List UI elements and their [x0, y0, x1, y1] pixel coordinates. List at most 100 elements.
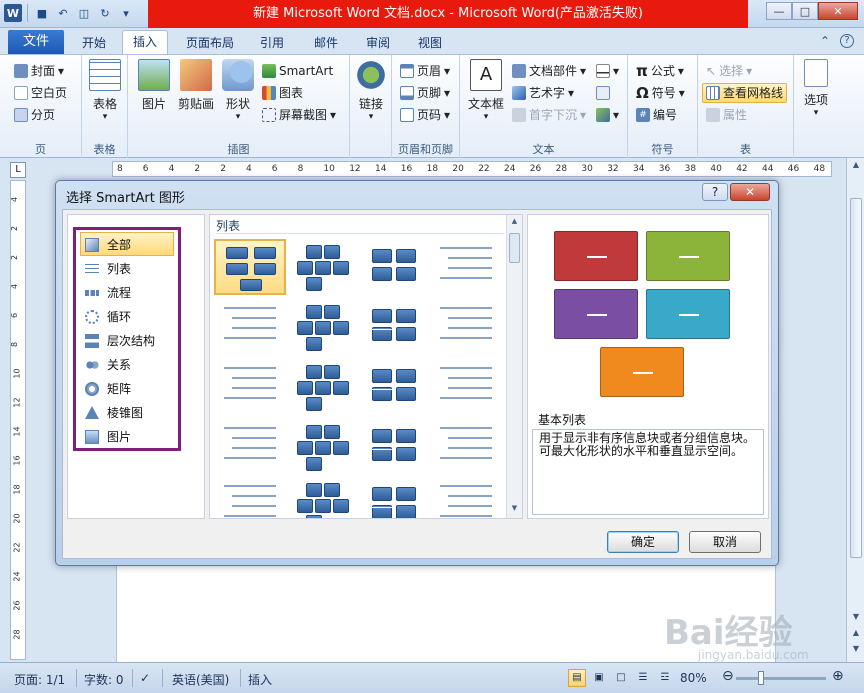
clipart-button[interactable]: 剪贴画 [176, 59, 216, 112]
dialog-close-button[interactable]: ✕ [730, 183, 770, 201]
customize-qat-icon[interactable]: ▾ [117, 4, 135, 22]
minimize-ribbon-icon[interactable]: ⌃ [820, 34, 830, 48]
category-item[interactable]: 层次结构 [80, 328, 174, 352]
gallery-scroll-thumb[interactable] [509, 233, 520, 263]
vertical-bracket-thumb[interactable] [214, 359, 286, 415]
next-page-icon[interactable]: ▼ [850, 644, 862, 658]
picture-caption-thumb[interactable] [286, 359, 358, 415]
table-button[interactable]: 表格 ▾ [88, 59, 122, 122]
zoom-slider-thumb[interactable] [758, 671, 764, 685]
object-button[interactable]: ▾ [596, 105, 619, 125]
undo-icon[interactable]: ↶ [54, 4, 72, 22]
page-break-button[interactable]: 分页 [14, 105, 55, 125]
minimize-button[interactable]: — [766, 2, 792, 20]
category-item[interactable]: 列表 [80, 256, 174, 280]
smartart-button[interactable]: SmartArt [262, 61, 333, 81]
full-screen-reading-icon[interactable]: ▣ [590, 669, 608, 687]
outline-view-icon[interactable]: ☰ [634, 669, 652, 687]
redo-icon[interactable]: ↻ [96, 4, 114, 22]
close-button[interactable]: ✕ [818, 2, 858, 20]
tab-review[interactable]: 审阅 [356, 32, 400, 54]
shapes-button[interactable]: 形状 ▾ [220, 59, 256, 122]
links-button[interactable]: 链接 ▾ [354, 59, 388, 122]
stacked-blocks-thumb[interactable] [286, 477, 358, 518]
quick-parts-button[interactable]: 文档部件 ▾ [512, 61, 586, 81]
circle-tabs-thumb[interactable] [214, 477, 286, 518]
date-time-button[interactable] [596, 83, 610, 103]
ok-button[interactable]: 确定 [607, 531, 679, 553]
save-icon[interactable]: ■ [33, 4, 51, 22]
bullet-dots-thumb[interactable] [430, 359, 502, 415]
zoom-out-icon[interactable]: ⊖ [722, 668, 734, 684]
prev-page-icon[interactable]: ▲ [850, 628, 862, 642]
offset-blocks-thumb[interactable] [430, 477, 502, 518]
scroll-down-icon[interactable]: ▼ [850, 612, 862, 626]
maximize-button[interactable]: □ [792, 2, 818, 20]
horizontal-ruler[interactable]: 8 6 4 2 2 4 6 8 10 12 14 16 18 20 22 24 26 28 30 32 34 36 38 40… [112, 161, 832, 177]
scroll-up-icon[interactable]: ▲ [850, 160, 862, 174]
horizontal-chevron-thumb[interactable] [286, 419, 358, 475]
gallery-scrollbar[interactable]: ▲ ▼ [506, 215, 522, 518]
insert-mode[interactable]: 插入 [248, 671, 272, 688]
stacked-list-thumb[interactable] [358, 239, 430, 295]
pin-list-thumb[interactable] [214, 419, 286, 475]
vertical-block-thumb[interactable] [358, 477, 430, 518]
category-item[interactable]: 图片 [80, 424, 174, 448]
matrix-grid-thumb[interactable] [358, 419, 430, 475]
cover-page-button[interactable]: 封面 ▾ [14, 61, 64, 81]
tab-selector[interactable]: L [10, 162, 26, 178]
footer-button[interactable]: 页脚 ▾ [400, 83, 450, 103]
view-gridlines-button[interactable]: 查看网格线 [702, 83, 788, 103]
word-count[interactable]: 字数: 0 [84, 671, 124, 688]
equation-button[interactable]: π 公式 ▾ [636, 61, 684, 81]
screenshot-button[interactable]: 屏幕截图 ▾ [262, 105, 336, 125]
page-count[interactable]: 页面: 1/1 [14, 671, 65, 688]
drop-cap-button[interactable]: 首字下沉 ▾ [512, 105, 586, 125]
symbol-button[interactable]: Ω 符号 ▾ [636, 83, 685, 103]
category-item[interactable]: 关系 [80, 352, 174, 376]
dialog-help-button[interactable]: ? [702, 183, 728, 201]
draft-view-icon[interactable]: ☲ [656, 669, 674, 687]
circle-list-thumb[interactable] [358, 359, 430, 415]
wordart-button[interactable]: 艺术字 ▾ [512, 83, 574, 103]
signature-line-button[interactable]: ▾ [596, 61, 619, 81]
tab-insert[interactable]: 插入 [122, 30, 168, 55]
vertical-scrollbar[interactable]: ▲ ▼ ▲ ▼ [846, 158, 864, 662]
print-layout-view-icon[interactable]: ▤ [568, 669, 586, 687]
basic-list-thumb[interactable] [214, 239, 286, 295]
table-list-thumb[interactable] [430, 299, 502, 355]
grouped-list-thumb[interactable] [358, 299, 430, 355]
tab-home[interactable]: 开始 [72, 32, 116, 54]
tab-file[interactable]: 文件 [8, 30, 64, 54]
hexagon-cluster-thumb[interactable] [286, 239, 358, 295]
number-button[interactable]: # 编号 [636, 105, 677, 125]
tab-references[interactable]: 引用 [250, 32, 294, 54]
scroll-thumb[interactable] [850, 198, 862, 558]
proofing-icon[interactable]: ✓ [140, 671, 150, 685]
print-preview-icon[interactable]: ◫ [75, 4, 93, 22]
language[interactable]: 英语(美国) [172, 671, 229, 688]
category-item[interactable]: 循环 [80, 304, 174, 328]
help-icon[interactable]: ? [840, 34, 854, 48]
picture-button[interactable]: 图片 [136, 59, 172, 112]
cancel-button[interactable]: 取消 [689, 531, 761, 553]
zoom-slider[interactable] [736, 677, 826, 680]
category-item[interactable]: 矩阵 [80, 376, 174, 400]
tab-page-layout[interactable]: 页面布局 [176, 32, 244, 54]
category-item[interactable]: 流程 [80, 280, 174, 304]
page-number-button[interactable]: 页码 ▾ [400, 105, 450, 125]
category-item[interactable]: 全部 [80, 232, 174, 256]
horizontal-bullet-thumb[interactable] [214, 299, 286, 355]
vertical-box-list-thumb[interactable] [286, 299, 358, 355]
tab-mailings[interactable]: 邮件 [304, 32, 348, 54]
web-layout-icon[interactable]: □ [612, 669, 630, 687]
select-button[interactable]: ↖ 选择 ▾ [706, 61, 752, 81]
tab-view[interactable]: 视图 [408, 32, 452, 54]
header-button[interactable]: 页眉 ▾ [400, 61, 450, 81]
textbox-button[interactable]: A 文本框 ▾ [466, 59, 506, 122]
vertical-ruler[interactable]: 4 2 2 4 6 8 10 12 14 16 18 20 22 24 26 28 [10, 180, 26, 660]
lined-list-thumb[interactable] [430, 239, 502, 295]
chart-button[interactable]: 图表 [262, 83, 303, 103]
zoom-level[interactable]: 80% [680, 671, 707, 685]
gallery-scroll-down-icon[interactable]: ▼ [509, 504, 520, 516]
